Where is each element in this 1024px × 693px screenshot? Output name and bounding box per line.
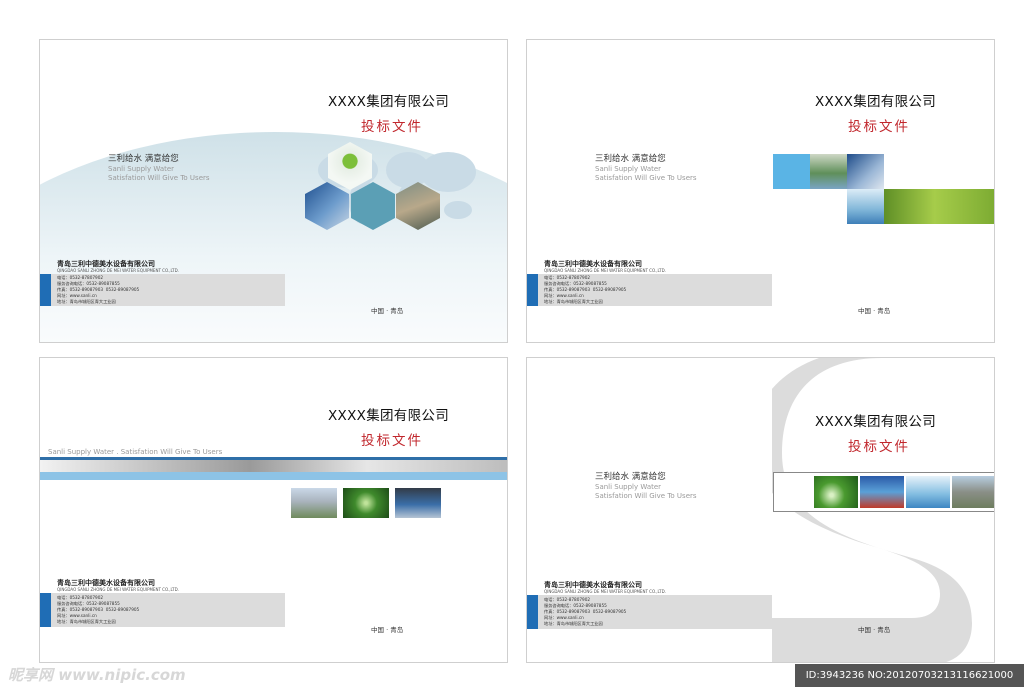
contact-accent-bar bbox=[527, 595, 538, 629]
footer-location: 中国 · 青岛 bbox=[858, 307, 891, 315]
company-name-english: QINGDAO SANLI ZHONG DE MEI WATER EQUIPME… bbox=[544, 268, 666, 273]
blue-square-block bbox=[773, 154, 810, 189]
company-name-english: QINGDAO SANLI ZHONG DE MEI WATER EQUIPME… bbox=[544, 589, 666, 594]
document-title: 投标文件 bbox=[848, 119, 910, 135]
leaf-photo bbox=[814, 476, 858, 508]
silver-gradient-band bbox=[40, 460, 507, 472]
slogan-chinese: 三利给水 满意给您 bbox=[595, 154, 666, 164]
footer-location: 中国 · 青岛 bbox=[371, 307, 404, 315]
slogan-english-line-2: Satisfation Will Give To Users bbox=[108, 174, 210, 182]
company-title: XXXX集团有限公司 bbox=[815, 94, 936, 110]
contact-details: 电话：0532-87807902 服务咨询电话：0532-89087855 传真… bbox=[57, 275, 140, 304]
cover-design-1: XXXX集团有限公司 投标文件 三利给水 满意给您 Sanli Supply W… bbox=[39, 39, 508, 343]
company-name-english: QINGDAO SANLI ZHONG DE MEI WATER EQUIPME… bbox=[57, 587, 179, 592]
document-title: 投标文件 bbox=[848, 439, 910, 455]
document-title: 投标文件 bbox=[361, 433, 423, 449]
building-photo bbox=[291, 488, 337, 518]
footer-location: 中国 · 青岛 bbox=[371, 626, 404, 634]
contact-accent-bar bbox=[40, 274, 51, 306]
footer-location: 中国 · 青岛 bbox=[858, 626, 891, 634]
leaf-photo bbox=[343, 488, 389, 518]
lake-photo bbox=[810, 154, 847, 189]
building-photo bbox=[952, 476, 994, 508]
company-name-english: QINGDAO SANLI ZHONG DE MEI WATER EQUIPME… bbox=[57, 268, 179, 273]
slogan-english-line-1: Sanli Supply Water bbox=[595, 483, 662, 491]
contact-details: 电话：0532-87807902 服务咨询电话：0532-89087855 传真… bbox=[544, 597, 627, 626]
contact-details: 电话：0532-87807902 服务咨询电话：0532-89087855 传真… bbox=[544, 275, 627, 304]
cover-design-2: XXXX集团有限公司 投标文件 三利给水 满意给您 Sanli Supply W… bbox=[526, 39, 995, 343]
slogan-english-line-2: Satisfation Will Give To Users bbox=[595, 492, 697, 500]
slogan-english-line-2: Satisfation Will Give To Users bbox=[595, 174, 697, 182]
slogan-english-line-1: Sanli Supply Water bbox=[108, 165, 175, 173]
slogan-chinese: 三利给水 满意给您 bbox=[108, 154, 179, 164]
image-id-watermark: ID:3943236 NO:20120703213116621000 bbox=[795, 664, 1024, 687]
site-watermark: 昵享网 www.nipic.com bbox=[8, 666, 186, 684]
company-title: XXXX集团有限公司 bbox=[328, 408, 449, 424]
leaf-droplet-photo bbox=[884, 189, 994, 224]
cover-design-3: XXXX集团有限公司 投标文件 Sanli Supply Water . Sat… bbox=[39, 357, 508, 663]
pool-photo bbox=[860, 476, 904, 508]
company-title: XXXX集团有限公司 bbox=[328, 94, 449, 110]
water-photo bbox=[847, 189, 884, 224]
slogan-english-single-line: Sanli Supply Water . Satisfation Will Gi… bbox=[48, 448, 223, 456]
contact-accent-bar bbox=[40, 593, 51, 627]
contact-details: 电话：0532-87807902 服务咨询电话：0532-89087855 传真… bbox=[57, 595, 140, 624]
water-photo bbox=[906, 476, 950, 508]
document-title: 投标文件 bbox=[361, 119, 423, 135]
equipment-room-photo bbox=[395, 488, 441, 518]
cover-design-4: XXXX集团有限公司 投标文件 三利给水 满意给您 Sanli Supply W… bbox=[526, 357, 995, 663]
slogan-chinese: 三利给水 满意给您 bbox=[595, 472, 666, 482]
company-title: XXXX集团有限公司 bbox=[815, 414, 936, 430]
light-blue-stripe bbox=[40, 472, 507, 480]
slogan-english-line-1: Sanli Supply Water bbox=[595, 165, 662, 173]
equipment-photo bbox=[847, 154, 884, 189]
contact-accent-bar bbox=[527, 274, 538, 306]
